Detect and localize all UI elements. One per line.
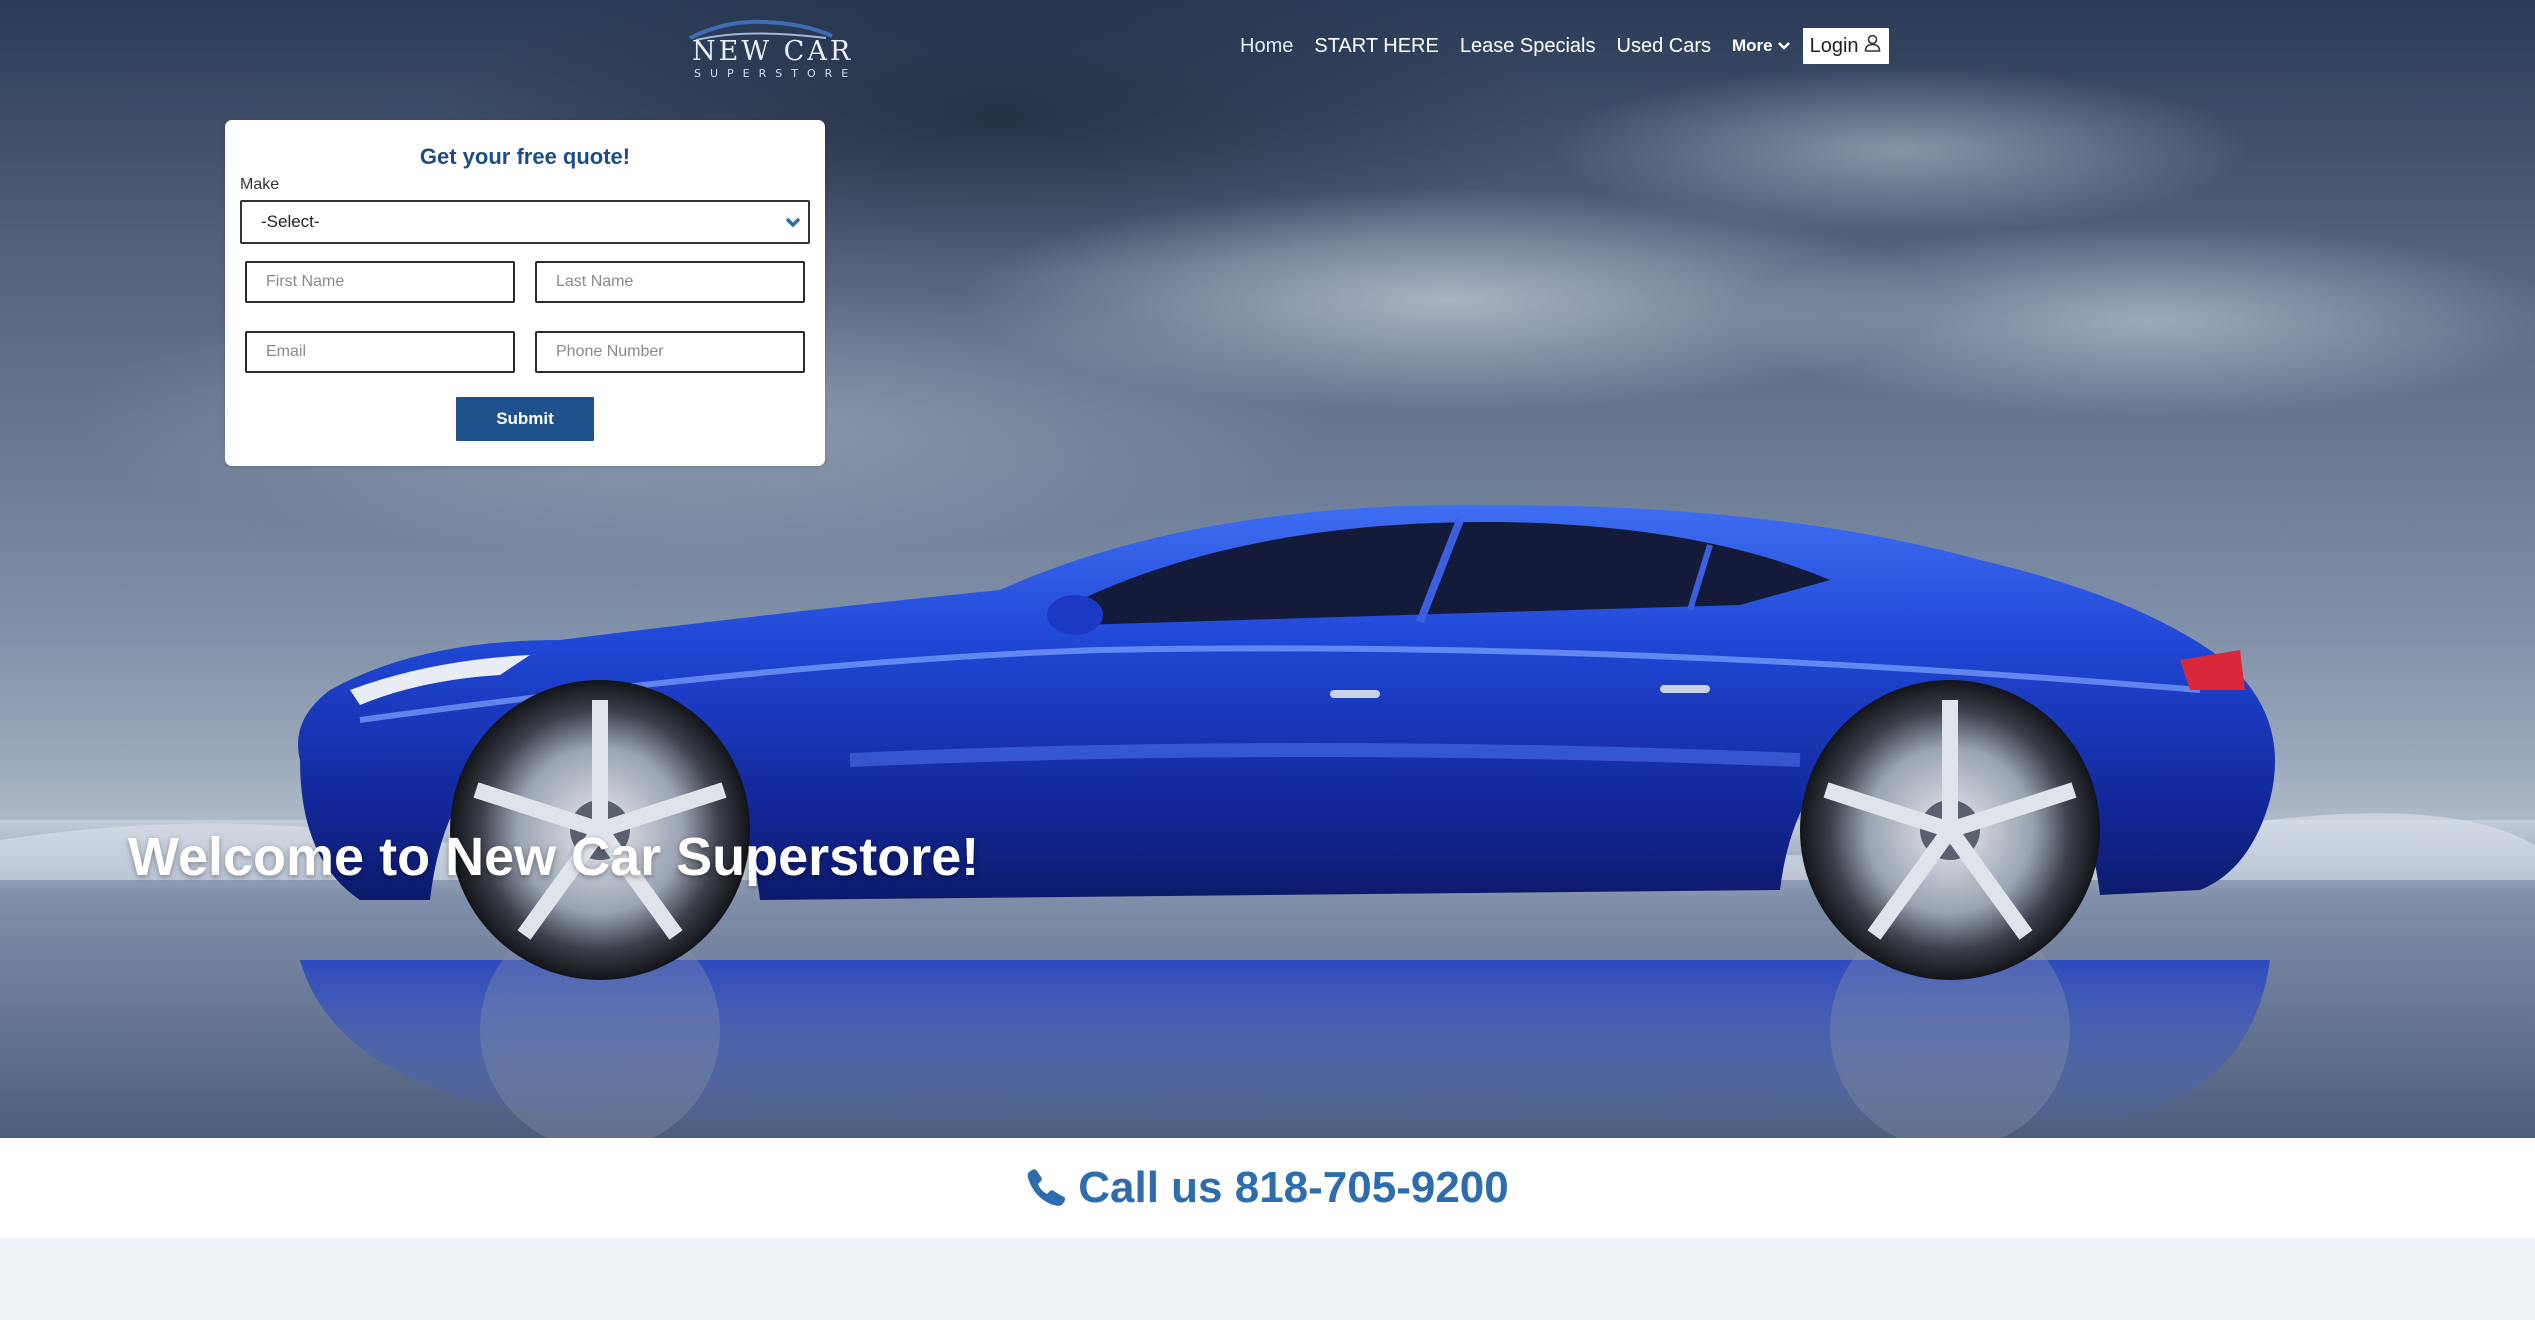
phone-number-input[interactable] [535,331,805,373]
login-label: Login [1809,34,1859,57]
site-logo[interactable]: NEW CAR SUPERSTORE [686,18,850,80]
login-button[interactable]: Login [1802,28,1889,64]
page-bottom-section [0,1238,2535,1320]
chevron-down-icon [784,214,802,234]
make-select[interactable]: -Select- [240,200,810,244]
nav-item-start-here[interactable]: START HERE [1314,35,1438,58]
phone-icon [1026,1165,1068,1211]
submit-button[interactable]: Submit [456,397,594,441]
first-name-input[interactable] [245,261,515,303]
user-icon [1864,34,1881,58]
main-navigation: Home START HERE Lease Specials Used Cars… [1240,28,1889,64]
logo-text-line1: NEW CAR [692,36,854,67]
nav-item-lease-specials[interactable]: Lease Specials [1460,35,1596,58]
hero-banner: NEW CAR SUPERSTORE Home START HERE Lease… [0,0,2535,1138]
call-us-link[interactable]: Call us 818-705-9200 [1026,1163,1509,1213]
nav-item-used-cars[interactable]: Used Cars [1617,35,1711,58]
hero-headline: Welcome to New Car Superstore! [128,827,980,887]
quote-form-card: Get your free quote! Make -Select- Submi… [225,120,825,466]
email-input[interactable] [245,331,515,373]
make-label: Make [240,176,280,193]
nav-item-home[interactable]: Home [1240,35,1293,58]
make-select-value: -Select- [261,212,320,231]
chevron-down-icon [1777,36,1791,56]
call-us-bar: Call us 818-705-9200 [0,1138,2535,1238]
nav-more-label: More [1731,36,1773,55]
quote-form-title: Get your free quote! [419,144,631,169]
logo-text-line2: SUPERSTORE [694,67,858,80]
nav-item-more[interactable]: More [1732,36,1791,56]
last-name-input[interactable] [535,261,805,303]
call-us-text: Call us 818-705-9200 [1078,1163,1509,1212]
